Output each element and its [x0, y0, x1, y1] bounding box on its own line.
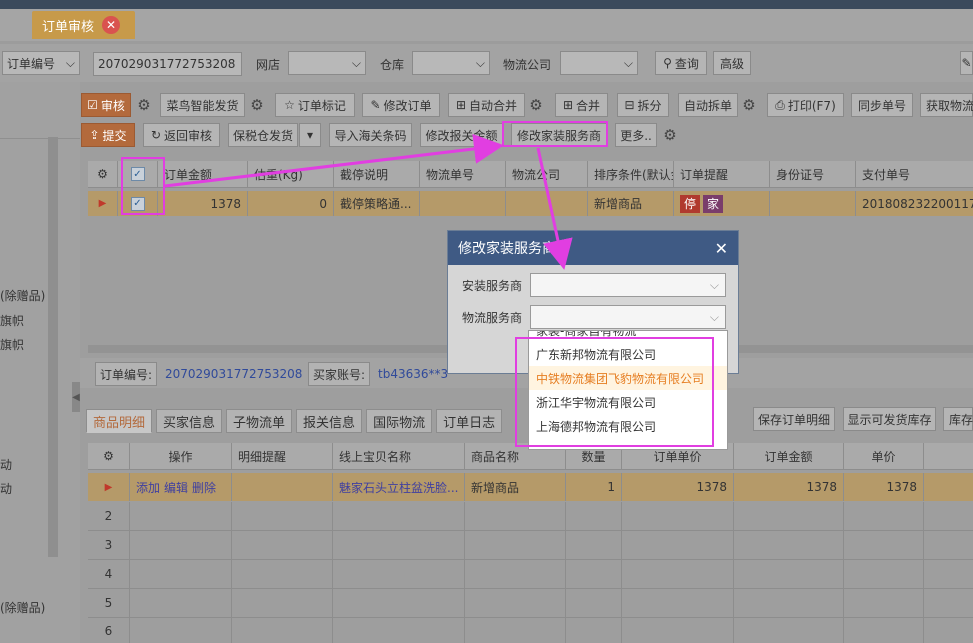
annotation-arrows	[164, 133, 573, 270]
arrow-to-dialog	[536, 147, 573, 270]
arrow-to-button	[164, 133, 504, 188]
